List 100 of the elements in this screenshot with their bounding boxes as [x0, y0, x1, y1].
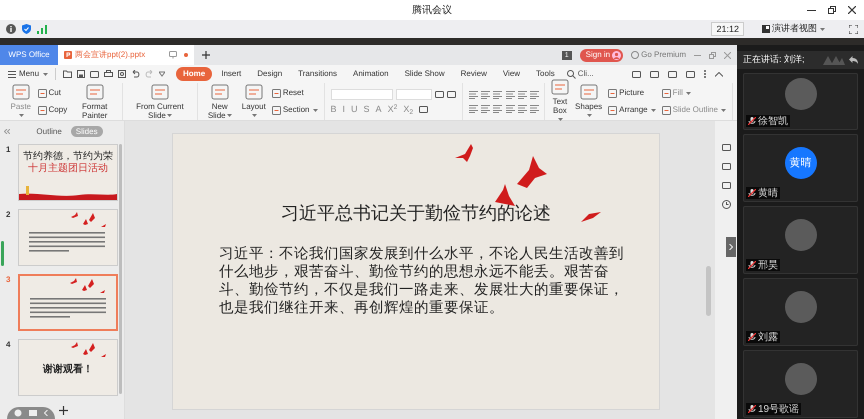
- caret-icon: [43, 72, 48, 76]
- sign-in-button[interactable]: Sign in: [580, 48, 624, 62]
- participant-name: 19号歌谣: [758, 404, 800, 414]
- customize-icon[interactable]: [159, 71, 166, 77]
- smiley-icon[interactable]: [14, 409, 22, 417]
- close-icon[interactable]: [848, 6, 856, 14]
- chat-icon[interactable]: [28, 410, 37, 416]
- folder-icon[interactable]: [63, 70, 72, 78]
- tool-icon: [550, 79, 569, 95]
- export-icon[interactable]: [90, 70, 100, 78]
- animation-icon[interactable]: [722, 162, 730, 171]
- thumbnail-title: 谢谢观看！: [43, 362, 93, 377]
- menu-icon: [8, 70, 16, 78]
- ribbon-button[interactable]: Format Painter: [73, 84, 116, 120]
- participant-name: 刘露: [758, 332, 778, 342]
- paragraph-format-icon[interactable]: [530, 90, 540, 98]
- history-icon[interactable]: [722, 200, 730, 209]
- avatar-photo-placeholder: [784, 219, 816, 251]
- reply-icon[interactable]: [849, 56, 858, 64]
- add-slide-icon[interactable]: [59, 406, 68, 415]
- fullscreen-icon[interactable]: [849, 24, 858, 34]
- meeting-time: 21:12: [711, 22, 744, 36]
- ribbon-button[interactable]: Shapes: [575, 84, 602, 120]
- chevron-left-icon[interactable]: [44, 410, 48, 416]
- undo-icon[interactable]: [131, 70, 140, 78]
- print-icon[interactable]: [104, 70, 114, 78]
- collapse-ribbon-icon[interactable]: [715, 72, 723, 76]
- paragraph-format-icon[interactable]: [493, 90, 502, 98]
- search-icon: [566, 70, 576, 78]
- pane-tab[interactable]: Outline: [31, 126, 67, 136]
- paragraph-format-icon[interactable]: [480, 90, 490, 98]
- slide-thumbnail[interactable]: [18, 209, 118, 266]
- share-icon[interactable]: [650, 70, 659, 78]
- chevron-right-icon: [729, 244, 733, 250]
- ribbon-tab[interactable]: Slide Show: [398, 67, 452, 81]
- participant-tile[interactable]: 刘露: [743, 278, 858, 346]
- ribbon-button[interactable]: Layout: [242, 84, 266, 120]
- font-name-field[interactable]: [330, 89, 392, 100]
- thumbnail-subtitle: 十月主题团日活动: [28, 163, 108, 175]
- tool-icon: [210, 84, 229, 100]
- participant-tile[interactable]: 19号歌谣: [743, 350, 858, 418]
- ribbon-tab[interactable]: Transitions: [291, 67, 344, 81]
- shrink-font-icon[interactable]: [446, 90, 456, 99]
- paragraph-format-icon[interactable]: [518, 90, 528, 98]
- ribbon-button[interactable]: Arrange: [608, 104, 656, 116]
- paragraph-format-icon[interactable]: [480, 104, 490, 112]
- ribbon-tab[interactable]: Animation: [346, 67, 396, 81]
- participant-tile[interactable]: 邢昊: [743, 206, 858, 274]
- ribbon-button[interactable]: Section: [272, 104, 318, 116]
- editor-scrollbar[interactable]: [706, 266, 711, 316]
- ribbon-button[interactable]: Text Box: [550, 79, 570, 124]
- view-dropdown[interactable]: 演讲者视图: [758, 22, 829, 36]
- ribbon-button[interactable]: From Current Slide: [129, 84, 191, 120]
- menu-button[interactable]: Menu: [8, 68, 48, 80]
- ribbon-tab[interactable]: Tools: [529, 67, 562, 81]
- shield-icon[interactable]: [22, 24, 31, 34]
- ribbon-button[interactable]: Cut: [38, 87, 68, 99]
- app-tab[interactable]: WPS Office: [0, 45, 58, 65]
- bird-drawing: [495, 184, 515, 206]
- collaborate-icon[interactable]: [632, 70, 641, 78]
- ribbon-button[interactable]: Reset: [272, 87, 318, 99]
- info-icon[interactable]: [6, 24, 16, 34]
- participant-tile[interactable]: 徐智凯: [743, 73, 858, 130]
- clear-format-icon[interactable]: [419, 104, 428, 114]
- paragraph-format-icon[interactable]: [518, 104, 528, 112]
- premium-button[interactable]: Go Premium: [631, 49, 686, 61]
- ribbon-button[interactable]: Picture: [608, 87, 656, 99]
- monitor-icon: [169, 51, 177, 59]
- tray-icon[interactable]: [668, 70, 677, 78]
- paragraph-format-icon[interactable]: [506, 90, 515, 98]
- thumbnail-scrollbar[interactable]: [119, 144, 122, 394]
- slides-icon[interactable]: [722, 143, 730, 152]
- ribbon-tab[interactable]: Design: [250, 67, 290, 81]
- font-size-field[interactable]: [396, 89, 432, 100]
- comment-icon[interactable]: [686, 70, 695, 78]
- paragraph-format-icon[interactable]: [530, 104, 540, 112]
- ribbon-button[interactable]: New Slide: [204, 84, 236, 120]
- collapse-pane-icon[interactable]: [4, 128, 10, 134]
- participant-tile[interactable]: 黄晴 黄晴: [743, 134, 858, 202]
- paragraph-format-icon[interactable]: [506, 104, 515, 112]
- slide-thumbnail[interactable]: 节约养德，节约为荣 十月主题团日活动: [18, 144, 118, 201]
- expand-handle[interactable]: [726, 237, 736, 257]
- grow-font-icon[interactable]: [434, 90, 444, 99]
- signal-icon[interactable]: [37, 24, 47, 34]
- paragraph-format-icon[interactable]: [468, 104, 478, 112]
- ribbon-tab[interactable]: Review: [454, 67, 494, 81]
- slide-thumbnail[interactable]: 谢谢观看！: [18, 339, 118, 396]
- save-icon[interactable]: [77, 70, 86, 78]
- plus-icon[interactable]: [202, 51, 210, 59]
- paragraph-format-icon[interactable]: [493, 104, 502, 112]
- ribbon-tab[interactable]: Insert: [214, 67, 248, 81]
- ribbon-button[interactable]: Copy: [38, 104, 68, 116]
- paragraph-format-icon[interactable]: [468, 90, 478, 98]
- restore-icon[interactable]: [828, 6, 836, 14]
- ribbon-tab[interactable]: View: [496, 67, 528, 81]
- properties-icon[interactable]: [722, 181, 730, 190]
- slide-thumbnail[interactable]: [18, 274, 118, 331]
- tool-icon: [662, 88, 671, 98]
- search-field[interactable]: Cli...: [578, 68, 594, 80]
- preview-icon[interactable]: [118, 70, 126, 78]
